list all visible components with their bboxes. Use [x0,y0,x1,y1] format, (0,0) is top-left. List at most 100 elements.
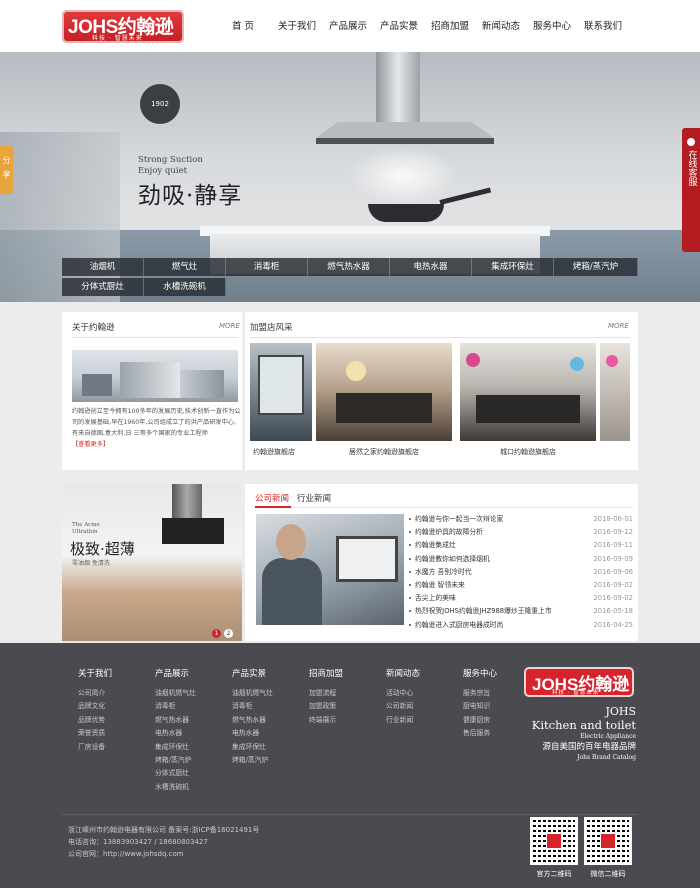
footer-link[interactable]: 终端展示 [309,714,343,727]
footer-heading[interactable]: 关于我们 [78,667,112,679]
footer-link[interactable]: 公司简介 [78,687,112,700]
promo-banner[interactable]: The Acme Ultrathin 极致·超薄 零油烟 免清洗 [62,484,242,641]
nav-product-scenes[interactable]: 产品实景 [380,18,431,34]
category-split-stove[interactable]: 分体式厨灶 [62,278,144,296]
stores-divider [250,337,630,338]
footer-link[interactable]: 售后服务 [463,727,497,740]
promo-page-1[interactable]: 1 [212,629,221,638]
news-feature-image[interactable] [256,514,404,625]
footer-link[interactable]: 品牌优势 [78,714,112,727]
footer-link[interactable]: 烤箱/蒸汽炉 [155,754,196,767]
news-title[interactable]: 约翰逊进入式厨房电器成时尚 [415,619,503,632]
footer-website[interactable]: 公司官网：http://www.johsdq.com [68,848,259,860]
footer-info: 浙江嵊州市约翰逊电器有限公司 备案号:浙ICP备16021491号 电话咨询：1… [68,824,259,860]
nav-service[interactable]: 服务中心 [533,18,584,34]
footer-link[interactable]: 分体式厨灶 [155,767,196,780]
footer-logo[interactable]: JOHS约翰逊 科技 · 智慧未来 [524,667,634,697]
brand-logo[interactable]: JOHS约翰逊 科技 · 智慧未来 [62,10,184,43]
brand-slogan-cn: 源自美国的百年电器品牌 [542,742,636,752]
stores-more-link[interactable]: MORE [608,322,629,330]
nav-franchise[interactable]: 招商加盟 [431,18,482,34]
nav-news[interactable]: 新闻动态 [482,18,533,34]
footer-link[interactable]: 加盟流程 [309,687,343,700]
news-date: 2016-09-09 [593,554,633,563]
news-item[interactable]: 约翰逊 智领未来 2016-09-02 [409,579,633,592]
slogan-en-line-1: Strong Suction [138,155,203,165]
category-electric-water-heater[interactable]: 电热水器 [390,258,472,276]
news-title[interactable]: 约翰逊与你一起当一次辩论家 [415,513,503,526]
footer-link[interactable]: 燃气热水器 [232,714,273,727]
footer-link[interactable]: 行业新闻 [386,714,420,727]
news-title[interactable]: 约翰逊教你如何选择烟机 [415,553,490,566]
footer-link[interactable]: 集成环保灶 [232,741,273,754]
footer-link[interactable]: 品牌文化 [78,700,112,713]
footer-heading[interactable]: 产品实景 [232,667,273,679]
footer-heading[interactable]: 招商加盟 [309,667,343,679]
footer-link[interactable]: 电热水器 [155,727,196,740]
nav-contact[interactable]: 联系我们 [584,18,635,34]
footer-heading[interactable]: 服务中心 [463,667,497,679]
news-item[interactable]: 约翰逊进入式厨房电器成时尚 2016-04-25 [409,619,633,632]
news-title[interactable]: 约翰逊炉具的故障分析 [415,526,483,539]
news-item[interactable]: 约翰逊教你如何选择烟机 2016-09-09 [409,553,633,566]
footer-link[interactable]: 燃气热水器 [155,714,196,727]
footer-link[interactable]: 烤箱/蒸汽炉 [232,754,273,767]
tab-company-news[interactable]: 公司新闻 [255,492,289,504]
news-title[interactable]: 舌尖上的美味 [415,592,456,605]
nav-about[interactable]: 关于我们 [278,18,329,34]
tab-industry-news[interactable]: 行业新闻 [297,492,331,504]
footer-link[interactable]: 油烟机燃气灶 [232,687,273,700]
category-bar: 油烟机 燃气灶 消毒柜 燃气热水器 电热水器 集成环保灶 烤箱/蒸汽炉 分体式厨… [62,258,638,298]
footer-link[interactable]: 服务宗旨 [463,687,497,700]
store-image-1[interactable] [250,343,312,441]
about-more-link[interactable]: MORE [219,322,240,330]
news-item[interactable]: 舌尖上的美味 2016-09-02 [409,592,633,605]
footer-link[interactable]: 荣誉资质 [78,727,112,740]
footer-link[interactable]: 消毒柜 [155,700,196,713]
year-badge: 1902 [140,84,180,124]
footer-link[interactable]: 厨电知识 [463,700,497,713]
news-title[interactable]: 水魔方 吾别冷时代 [415,566,472,579]
nav-home[interactable]: 首 页 [232,18,278,34]
about-title: 关于约翰逊 [72,323,115,333]
news-title[interactable]: 约翰逊集成灶 [415,539,456,552]
category-gas-stove[interactable]: 燃气灶 [144,258,226,276]
nav-products[interactable]: 产品展示 [329,18,380,34]
store-image-2[interactable] [316,343,452,441]
hero-banner[interactable]: 1902 Strong Suction Enjoy quiet 劲吸·静享 油烟… [0,52,700,302]
category-integrated-stove[interactable]: 集成环保灶 [472,258,554,276]
category-oven[interactable]: 烤箱/蒸汽炉 [554,258,638,276]
bullet-icon [409,544,411,547]
footer-link[interactable]: 消毒柜 [232,700,273,713]
footer-link[interactable]: 公司新闻 [386,700,420,713]
footer-link[interactable]: 水槽洗碗机 [155,781,196,794]
store-image-4[interactable] [600,343,630,441]
promo-page-2[interactable]: 2 [224,629,233,638]
news-item[interactable]: 约翰逊集成灶 2016-09-11 [409,539,633,552]
store-image-3[interactable] [460,343,596,441]
site-footer: 关于我们 公司简介 品牌文化 品牌优势 荣誉资质 厂房设备 产品展示 油烟机燃气… [0,643,700,888]
footer-link[interactable]: 活动中心 [386,687,420,700]
category-disinfection-cabinet[interactable]: 消毒柜 [226,258,308,276]
footer-heading[interactable]: 产品展示 [155,667,196,679]
about-read-more[interactable]: 【查看更多】 [72,441,109,448]
online-service-tab[interactable]: 在线客服 [682,128,700,252]
news-item[interactable]: 水魔方 吾别冷时代 2016-09-06 [409,566,633,579]
share-tab[interactable]: 分享 [0,146,13,194]
footer-link[interactable]: 健康厨房 [463,714,497,727]
brand-line-2: Kitchen and toilet [531,718,636,732]
news-item[interactable]: 约翰逊炉具的故障分析 2016-09-12 [409,526,633,539]
news-title[interactable]: 约翰逊 智领未来 [415,579,465,592]
category-sink-dishwasher[interactable]: 水槽洗碗机 [144,278,226,296]
category-gas-water-heater[interactable]: 燃气热水器 [308,258,390,276]
footer-link[interactable]: 加盟政策 [309,700,343,713]
footer-link[interactable]: 电热水器 [232,727,273,740]
footer-link[interactable]: 集成环保灶 [155,741,196,754]
category-range-hood[interactable]: 油烟机 [62,258,144,276]
footer-heading[interactable]: 新闻动态 [386,667,420,679]
news-title[interactable]: 热烈祝贺JOHS约翰逊JHZ988爆炒王隆重上市 [415,605,552,618]
footer-link[interactable]: 油烟机燃气灶 [155,687,196,700]
news-item[interactable]: 约翰逊与你一起当一次辩论家 2018-06-01 [409,513,633,526]
news-item[interactable]: 热烈祝贺JOHS约翰逊JHZ988爆炒王隆重上市 2016-05-18 [409,605,633,618]
footer-link[interactable]: 厂房设备 [78,741,112,754]
